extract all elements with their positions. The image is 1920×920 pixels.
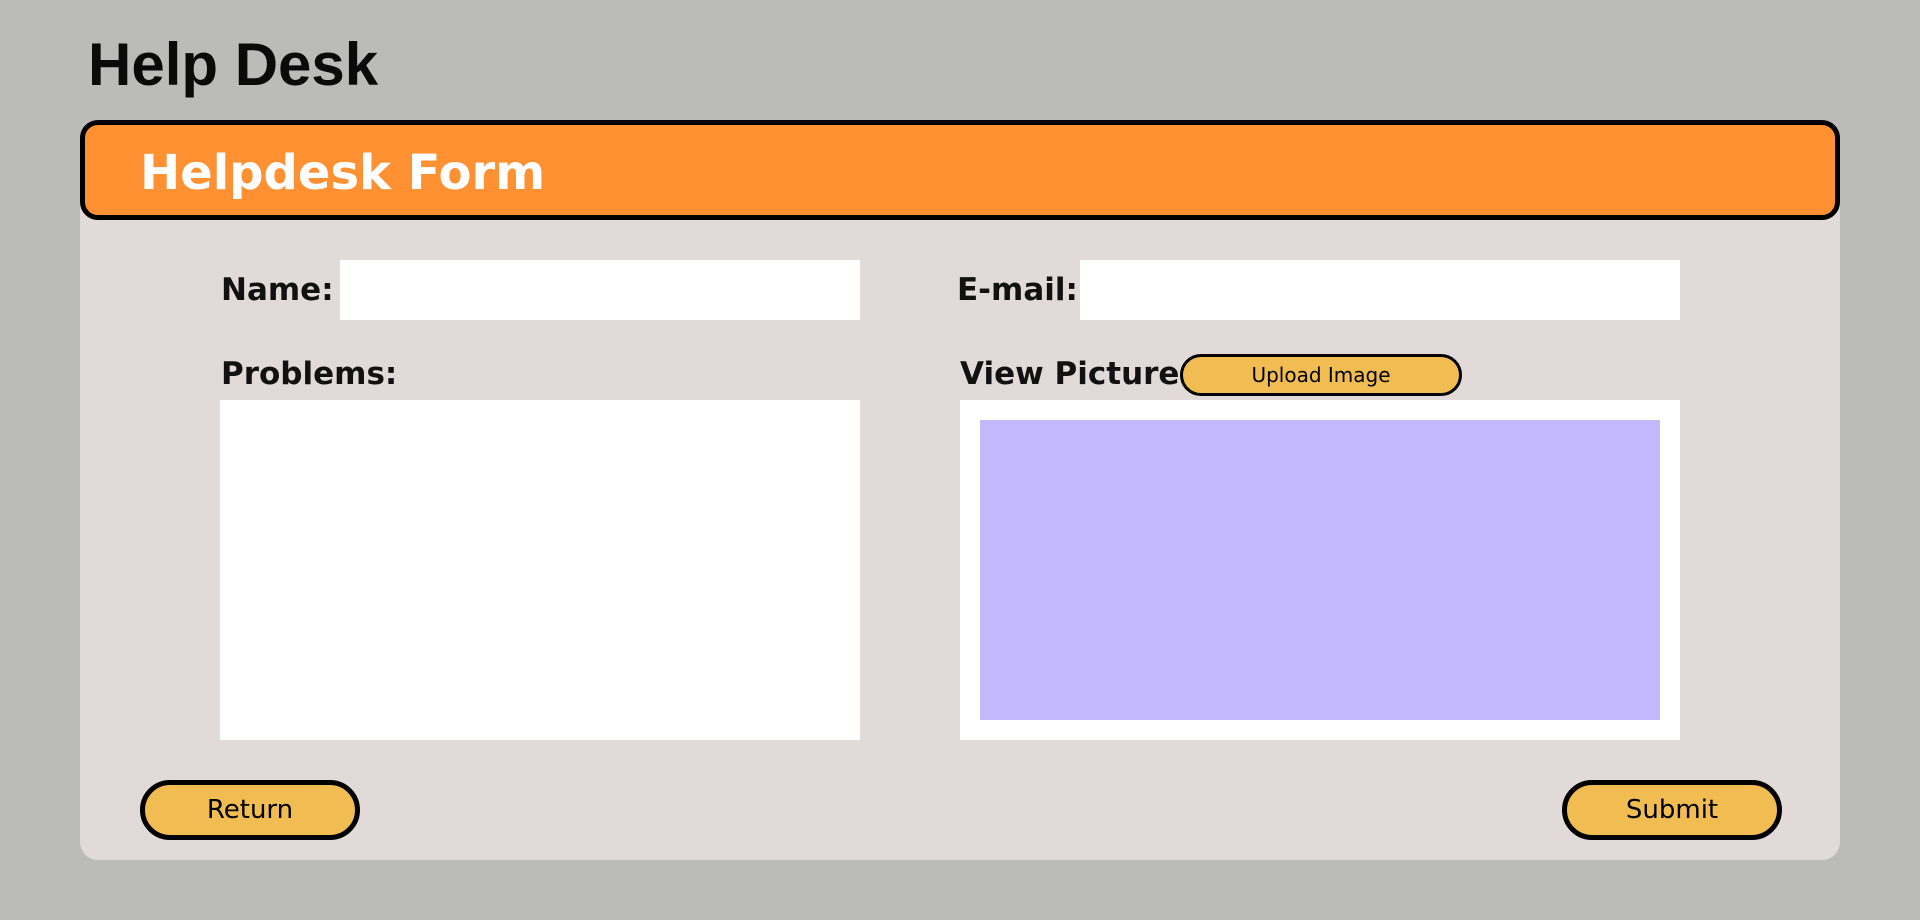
name-input[interactable] — [340, 260, 860, 320]
helpdesk-form-panel: Helpdesk Form Name: E-mail: Problems: Vi… — [80, 120, 1840, 860]
name-label: Name: — [221, 272, 334, 308]
form-title: Helpdesk Form — [140, 145, 546, 201]
email-label: E-mail: — [957, 272, 1078, 308]
form-header: Helpdesk Form — [80, 120, 1840, 220]
problems-textarea[interactable] — [220, 400, 860, 740]
view-picture-label: View Picture: — [960, 356, 1192, 392]
upload-image-button[interactable]: Upload Image — [1180, 354, 1462, 396]
return-button[interactable]: Return — [140, 780, 360, 840]
picture-frame — [960, 400, 1680, 740]
submit-button[interactable]: Submit — [1562, 780, 1782, 840]
problems-label: Problems: — [221, 356, 398, 392]
email-input[interactable] — [1080, 260, 1680, 320]
picture-preview — [980, 420, 1660, 720]
page-title: Help Desk — [88, 31, 379, 98]
